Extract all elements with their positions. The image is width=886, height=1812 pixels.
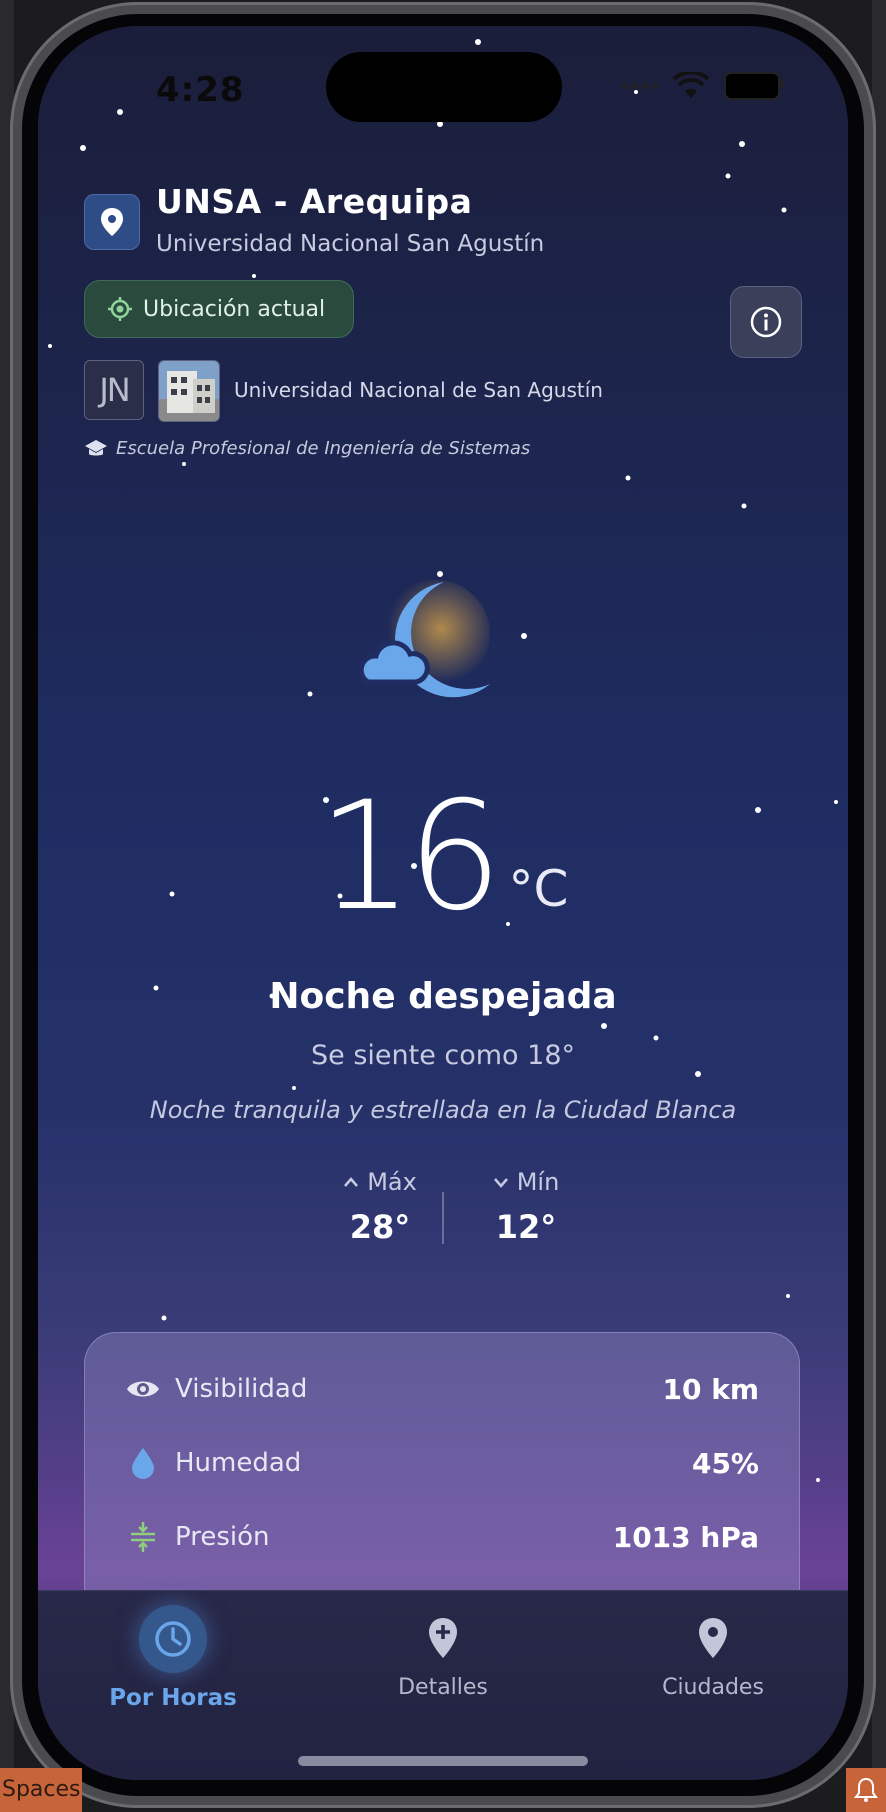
moon-cloud-icon [358,580,490,698]
max-value: 28° [349,1208,411,1246]
status-time: 4:28 [156,70,245,110]
nav-tab-details[interactable]: Detalles [368,1617,518,1700]
max-temp: Máx 28° [330,1168,430,1246]
max-label: Máx [367,1168,417,1196]
university-building-image [158,360,220,422]
home-indicator[interactable] [298,1756,588,1766]
details-card: Visibilidad 10 km Humedad 45% Presión 10… [84,1332,800,1632]
weather-description: Noche tranquila y estrellada en la Ciuda… [149,1096,737,1124]
university-logo: JN [84,360,144,420]
detail-label: Visibilidad [175,1374,308,1404]
location-pin-icon [84,194,140,250]
current-location-label: Ubicación actual [143,296,326,322]
detail-row-humidity: Humedad 45% [125,1445,759,1481]
detail-row-pressure: Presión 1013 hPa [125,1519,759,1555]
location-pin-icon [699,1618,727,1658]
detail-row-visibility: Visibilidad 10 km [125,1371,759,1407]
nav-label: Detalles [398,1675,488,1700]
info-icon [750,306,782,338]
bell-icon [846,1768,886,1812]
dynamic-island [326,52,562,122]
cellular-signal-icon [622,83,658,89]
wifi-icon [672,72,710,98]
bottom-navigation: Por Horas Detalles Ciudades [38,1590,848,1780]
temperature-value: 16 [317,770,503,944]
clock-icon [155,1621,191,1657]
current-location-chip[interactable]: Ubicación actual [84,280,354,338]
compress-icon [125,1519,161,1555]
nav-label: Ciudades [662,1675,764,1700]
battery-icon [724,72,784,100]
school-name: Escuela Profesional de Ingeniería de Sis… [116,438,531,459]
app-screen: 4:28 UNSA - Arequipa Universidad Naciona… [38,26,848,1780]
detail-value: 10 km [662,1372,759,1406]
status-icons [622,72,784,100]
detail-value: 1013 hPa [612,1520,759,1554]
university-name: Universidad Nacional de San Agustín [234,378,603,402]
weather-condition: Noche despejada [269,976,617,1017]
min-label: Mín [516,1168,560,1196]
feels-like: Se siente como 18° [310,1040,576,1071]
desktop-spaces-label: Spaces [0,1768,82,1812]
gps-icon [108,297,132,321]
city-title: UNSA - Arequipa [156,182,473,221]
min-temp: Mín 12° [476,1168,576,1246]
nav-tab-cities[interactable]: Ciudades [638,1617,788,1700]
chevron-up-icon [344,1177,359,1187]
min-label-row: Mín [476,1168,576,1196]
detail-label: Presión [175,1522,270,1552]
graduation-cap-icon [85,439,107,455]
water-drop-icon [125,1445,161,1481]
city-subtitle: Universidad Nacional San Agustín [156,231,545,257]
chevron-down-icon [493,1178,508,1188]
nav-tab-hourly[interactable]: Por Horas [98,1605,248,1711]
info-button[interactable] [730,286,802,358]
min-value: 12° [495,1208,557,1246]
add-location-icon [429,1618,457,1658]
detail-value: 45% [691,1446,759,1480]
max-label-row: Máx [330,1168,430,1196]
max-min-divider [442,1192,444,1244]
school-line: Escuela Profesional de Ingeniería de Sis… [84,438,530,459]
eye-icon [125,1371,161,1407]
nav-active-indicator [139,1605,207,1673]
nav-label: Por Horas [109,1685,237,1711]
detail-label: Humedad [175,1448,302,1478]
temperature-display: 16 °C [38,782,848,932]
temperature-unit: °C [508,860,569,918]
